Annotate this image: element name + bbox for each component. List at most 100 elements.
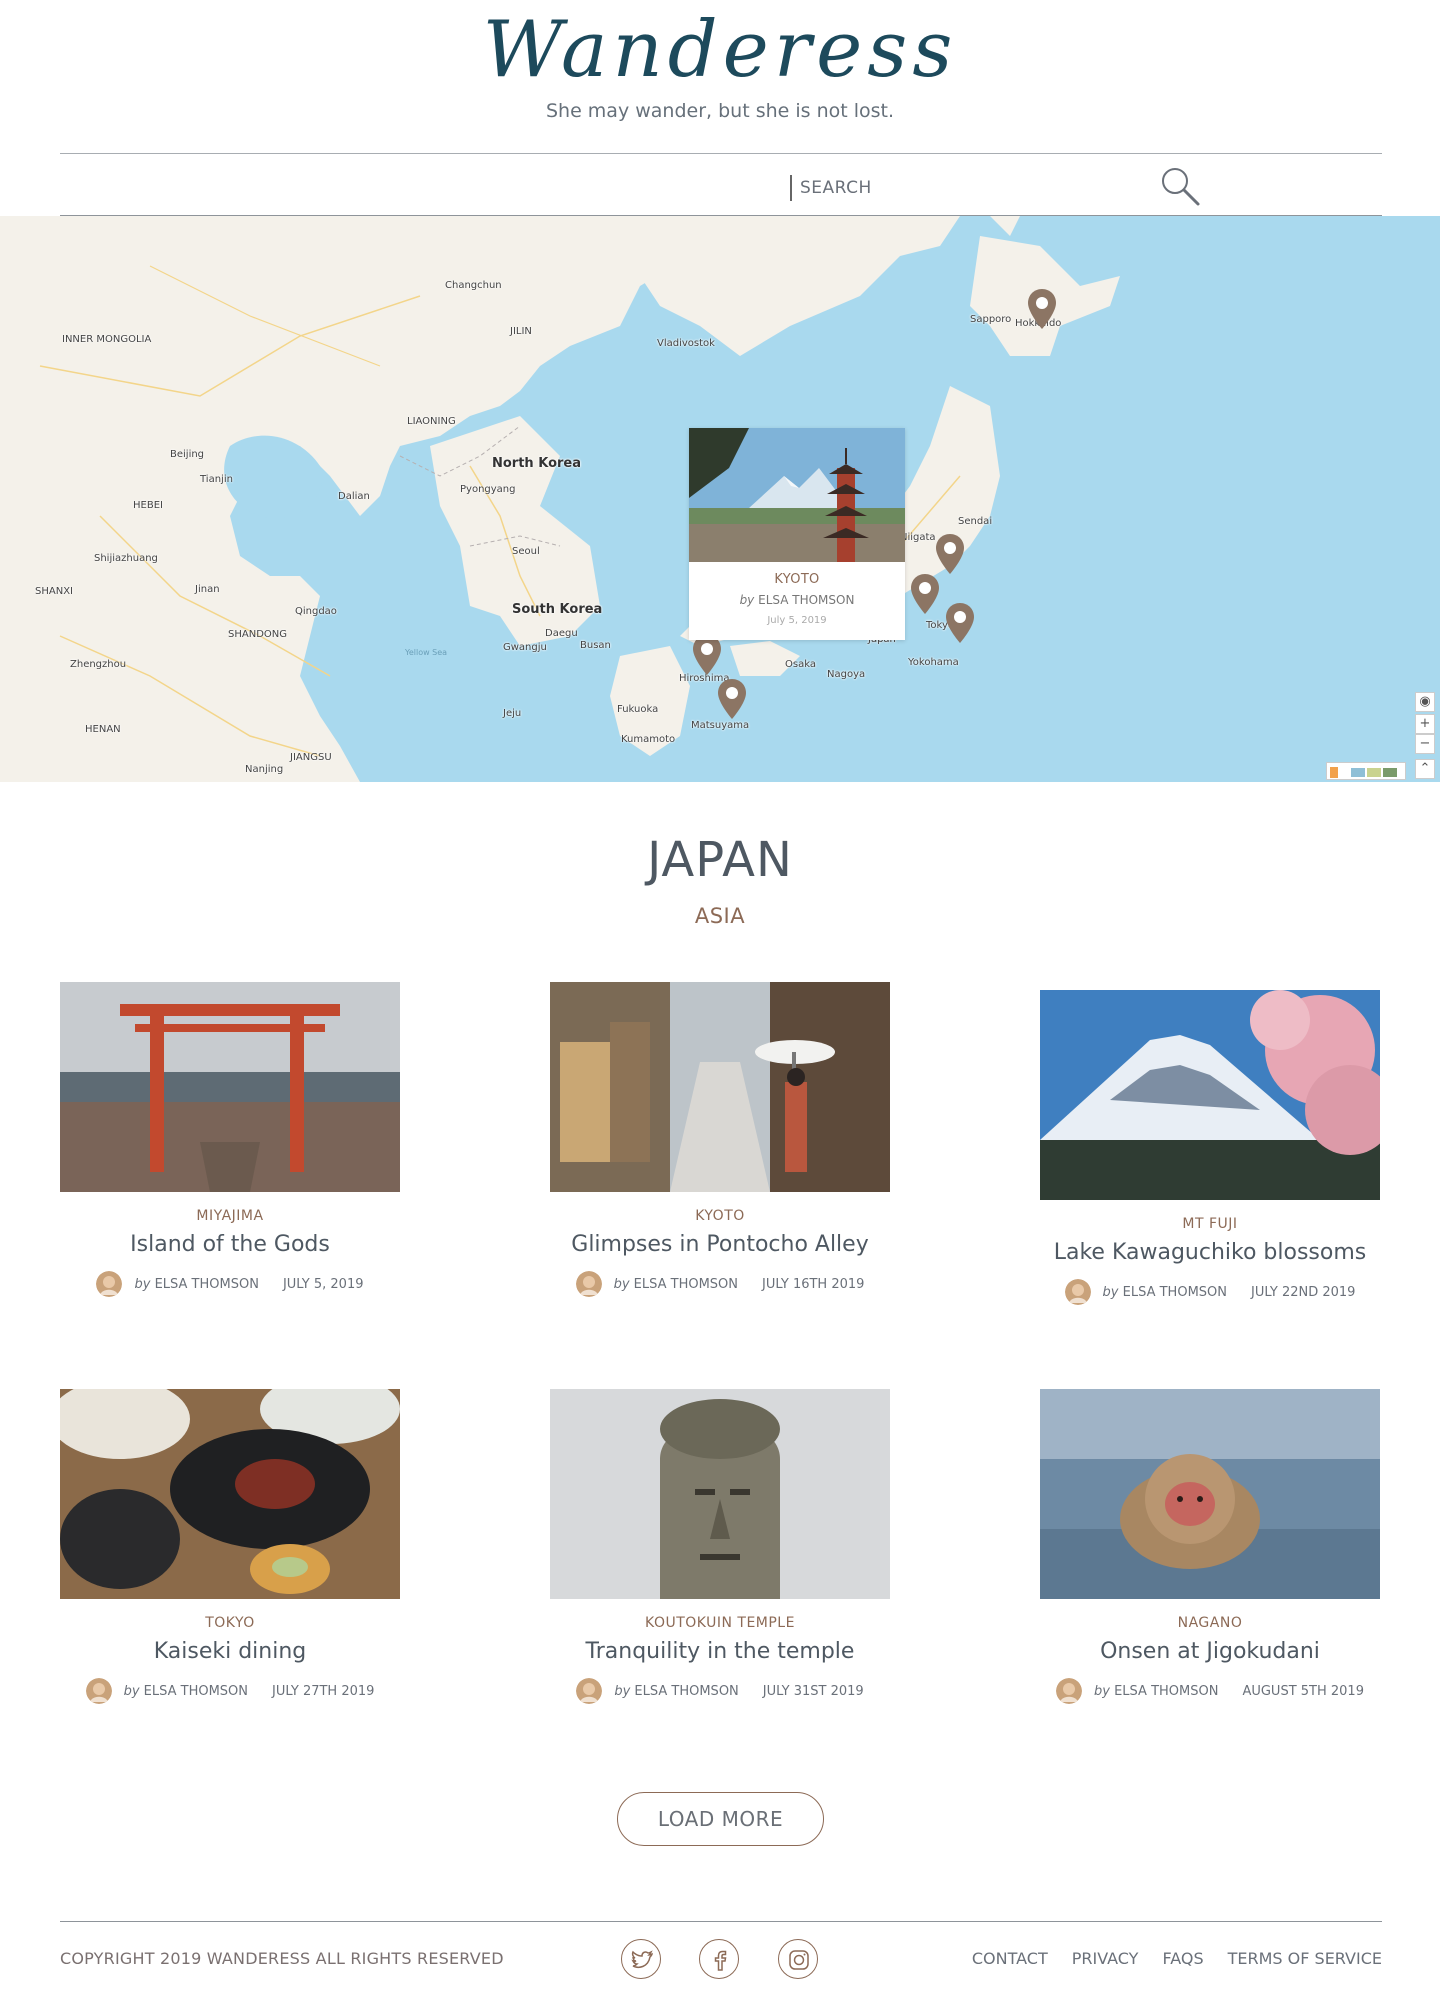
header-divider-top xyxy=(60,153,1382,154)
map-label-liaoning: LIAONING xyxy=(407,416,456,427)
post-meta: by ELSA THOMSON JULY 31ST 2019 xyxy=(550,1678,890,1704)
map-label-busan: Busan xyxy=(580,640,611,651)
post-date: JULY 5, 2019 xyxy=(282,1276,364,1292)
post-card-kyoto[interactable]: KYOTO Glimpses in Pontocho Alley by ELSA… xyxy=(550,982,890,1297)
post-location: KYOTO xyxy=(695,1208,745,1224)
post-author: by ELSA THOMSON xyxy=(134,1276,259,1292)
post-card-mt-fuji[interactable]: MT FUJI Lake Kawaguchiko blossoms by ELS… xyxy=(1040,990,1380,1305)
load-more-button[interactable]: LOAD MORE xyxy=(617,1792,824,1846)
author-avatar xyxy=(1064,1279,1091,1305)
map-pin-hiroshima[interactable] xyxy=(692,634,722,676)
footer-link-contact[interactable]: CONTACT xyxy=(972,1949,1048,1968)
author-avatar xyxy=(576,1678,603,1704)
map-label-south-korea: South Korea xyxy=(512,602,603,617)
map-label-sendai: Sendai xyxy=(958,516,993,527)
map-label-yokohama: Yokohama xyxy=(908,657,959,668)
popup-date: July 5, 2019 xyxy=(767,615,827,626)
map-view[interactable]: INNER MONGOLIA Changchun JILIN LIAONING … xyxy=(0,216,1440,782)
post-author: by ELSA THOMSON xyxy=(123,1683,249,1699)
map-label-gwangju: Gwangju xyxy=(503,642,547,653)
site-header: Wanderess She may wander, but she is not… xyxy=(0,0,1440,216)
map-label-shanxi: SHANXI xyxy=(35,586,73,597)
map-label-daegu: Daegu xyxy=(545,628,578,639)
post-author: by ELSA THOMSON xyxy=(613,1276,739,1292)
copyright-text: COPYRIGHT 2019 WANDERESS ALL RIGHTS RESE… xyxy=(60,1949,504,1968)
map-label-tianjin: Tianjin xyxy=(200,474,233,485)
post-card-koutokuin[interactable]: KOUTOKUIN TEMPLE Tranquility in the temp… xyxy=(550,1389,890,1704)
footer-link-terms[interactable]: TERMS OF SERVICE xyxy=(1228,1949,1382,1968)
post-image-mt-fuji-blossoms xyxy=(1040,990,1380,1200)
post-location: TOKYO xyxy=(205,1615,255,1631)
map-label-beijing: Beijing xyxy=(170,449,205,460)
post-title[interactable]: Lake Kawaguchiko blossoms xyxy=(1040,1240,1380,1265)
map-label-changchun: Changchun xyxy=(445,280,502,291)
map-label-jilin: JILIN xyxy=(510,326,532,337)
map-label-nanjing: Nanjing xyxy=(245,764,284,775)
search-caret xyxy=(790,175,792,201)
map-zoom-out-button[interactable]: − xyxy=(1415,734,1435,754)
post-date: JULY 22ND 2019 xyxy=(1251,1284,1356,1300)
map-pin-hokkaido[interactable] xyxy=(1027,288,1057,330)
map-label-osaka: Osaka xyxy=(785,659,816,670)
map-label-jeju: Jeju xyxy=(503,708,522,719)
post-meta: by ELSA THOMSON JULY 16TH 2019 xyxy=(550,1271,890,1297)
map-label-dalian: Dalian xyxy=(338,491,370,502)
footer-link-privacy[interactable]: PRIVACY xyxy=(1072,1949,1139,1968)
post-meta: by ELSA THOMSON JULY 5, 2019 xyxy=(60,1271,400,1297)
post-image-kaiseki-dining xyxy=(60,1389,400,1599)
post-title[interactable]: Onsen at Jigokudani xyxy=(1040,1639,1380,1664)
popup-location: KYOTO xyxy=(774,572,820,587)
map-label-seoul: Seoul xyxy=(512,546,540,557)
map-popup-kyoto[interactable]: KYOTO by ELSA THOMSON July 5, 2019 xyxy=(689,428,905,640)
post-image-torii-gate xyxy=(60,982,400,1192)
post-title[interactable]: Tranquility in the temple xyxy=(550,1639,890,1664)
post-title[interactable]: Glimpses in Pontocho Alley xyxy=(550,1232,890,1257)
twitter-icon[interactable] xyxy=(621,1939,661,1979)
author-avatar xyxy=(1056,1678,1082,1704)
facebook-icon[interactable] xyxy=(699,1939,739,1979)
map-label-nagoya: Nagoya xyxy=(827,669,866,680)
footer-nav: CONTACT PRIVACY FAQS TERMS OF SERVICE xyxy=(972,1949,1382,1968)
author-avatar xyxy=(575,1271,602,1297)
footer-divider xyxy=(60,1921,1382,1922)
post-title[interactable]: Kaiseki dining xyxy=(60,1639,400,1664)
page-subtitle: ASIA xyxy=(694,904,746,928)
post-location: KOUTOKUIN TEMPLE xyxy=(645,1615,795,1631)
post-author: by ELSA THOMSON xyxy=(1102,1284,1227,1300)
map-label-shandong: SHANDONG xyxy=(228,629,287,640)
map-label-yellow-sea: Yellow Sea xyxy=(405,648,448,657)
post-card-miyajima[interactable]: MIYAJIMA Island of the Gods by ELSA THOM… xyxy=(60,982,400,1297)
instagram-icon[interactable] xyxy=(778,1939,818,1979)
map-label-north-korea: North Korea xyxy=(492,456,581,471)
post-title[interactable]: Island of the Gods xyxy=(60,1232,400,1257)
post-location: NAGANO xyxy=(1177,1615,1243,1631)
site-logo[interactable]: Wanderess xyxy=(0,7,1440,94)
post-card-tokyo[interactable]: TOKYO Kaiseki dining by ELSA THOMSON JUL… xyxy=(60,1389,400,1704)
map-label-kumamoto: Kumamoto xyxy=(621,734,676,745)
post-image-snow-monkey-onsen xyxy=(1040,1389,1380,1599)
search-icon[interactable] xyxy=(1158,164,1204,210)
map-pin-nagano[interactable] xyxy=(910,573,940,615)
post-date: JULY 27TH 2019 xyxy=(272,1683,375,1699)
map-zoom-in-button[interactable]: + xyxy=(1415,714,1435,734)
post-card-nagano[interactable]: NAGANO Onsen at Jigokudani by ELSA THOMS… xyxy=(1040,1389,1380,1704)
post-date: AUGUST 5TH 2019 xyxy=(1242,1683,1364,1699)
post-date: JULY 31ST 2019 xyxy=(762,1683,864,1699)
author-avatar xyxy=(85,1678,112,1704)
map-label-inner-mongolia: INNER MONGOLIA xyxy=(62,334,152,345)
map-pin-sendai[interactable] xyxy=(935,533,965,575)
map-pin-tokyo[interactable] xyxy=(945,602,975,644)
map-expand-button[interactable]: ⌃ xyxy=(1415,759,1435,779)
search-input[interactable] xyxy=(800,170,1100,206)
map-locate-button[interactable]: ◉ xyxy=(1415,692,1435,712)
map-label-fukuoka: Fukuoka xyxy=(617,704,659,715)
footer-link-faqs[interactable]: FAQS xyxy=(1162,1949,1203,1968)
page-title: JAPAN xyxy=(647,832,793,888)
map-label-sapporo: Sapporo xyxy=(970,314,1012,325)
post-author: by ELSA THOMSON xyxy=(1094,1683,1219,1699)
map-layer-toggle[interactable] xyxy=(1326,762,1406,780)
map-label-shijiazhuang: Shijiazhuang xyxy=(94,553,158,564)
map-pin-matsuyama[interactable] xyxy=(717,678,747,720)
post-meta: by ELSA THOMSON JULY 22ND 2019 xyxy=(1040,1279,1380,1305)
map-label-jinan: Jinan xyxy=(195,584,220,595)
